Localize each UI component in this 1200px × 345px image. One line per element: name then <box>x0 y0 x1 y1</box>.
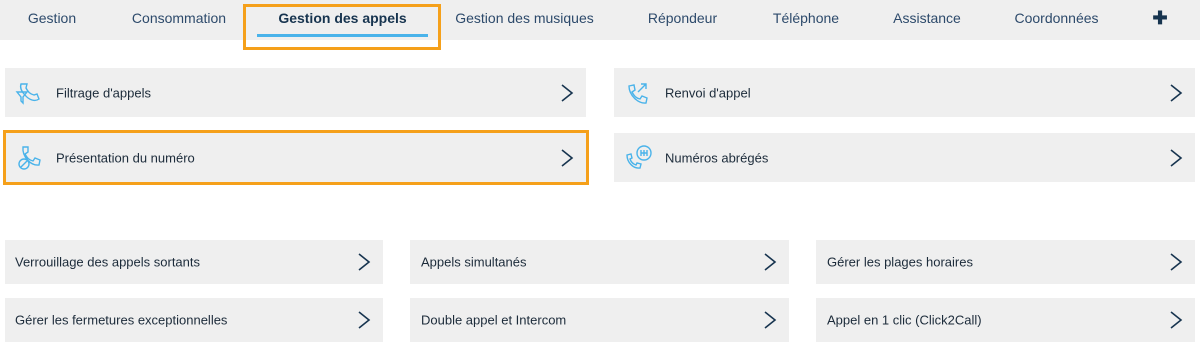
top-tab-bar: Gestion Consommation Gestion des appels … <box>0 0 1200 40</box>
tab-gestion-des-appels[interactable]: Gestion des appels <box>257 0 428 40</box>
chevron-right-icon <box>561 148 574 167</box>
tab-gestion-des-musiques[interactable]: Gestion des musiques <box>452 0 597 40</box>
chevron-right-icon <box>1170 83 1183 102</box>
active-tab-underline <box>257 34 428 37</box>
call-filter-row[interactable]: Filtrage d'appels <box>5 68 586 117</box>
chevron-right-icon <box>561 83 574 102</box>
chevron-right-icon <box>1170 253 1183 271</box>
chevron-right-icon <box>358 311 371 329</box>
speed-dial-icon <box>626 144 652 169</box>
chevron-right-icon <box>358 253 371 271</box>
tab-repondeur[interactable]: Répondeur <box>640 0 725 40</box>
more-tabs-button[interactable]: ✚ <box>1148 0 1172 40</box>
exceptional-closures-row[interactable]: Gérer les fermetures exceptionnelles <box>5 298 383 342</box>
number-display-icon <box>18 145 41 170</box>
speed-dial-label: Numéros abrégés <box>665 150 769 165</box>
tab-consommation[interactable]: Consommation <box>124 0 234 40</box>
tab-assistance[interactable]: Assistance <box>887 0 967 40</box>
time-slots-row[interactable]: Gérer les plages horaires <box>816 240 1195 284</box>
number-display-label: Présentation du numéro <box>56 150 195 165</box>
double-call-intercom-row[interactable]: Double appel et Intercom <box>410 298 789 342</box>
simultaneous-calls-row[interactable]: Appels simultanés <box>410 240 789 284</box>
double-call-intercom-label: Double appel et Intercom <box>421 312 567 328</box>
exceptional-closures-label: Gérer les fermetures exceptionnelles <box>15 312 228 328</box>
click2call-row[interactable]: Appel en 1 clic (Click2Call) <box>816 298 1195 342</box>
tab-telephone[interactable]: Téléphone <box>765 0 847 40</box>
number-display-row[interactable]: Présentation du numéro <box>5 133 586 182</box>
tab-gestion[interactable]: Gestion <box>22 0 82 40</box>
call-filter-icon <box>15 82 40 105</box>
speed-dial-row[interactable]: Numéros abrégés <box>614 133 1195 182</box>
call-forward-label: Renvoi d'appel <box>665 85 751 100</box>
outgoing-call-lock-row[interactable]: Verrouillage des appels sortants <box>5 240 383 284</box>
plus-icon: ✚ <box>1152 8 1168 28</box>
simultaneous-calls-label: Appels simultanés <box>421 254 527 270</box>
outgoing-call-lock-label: Verrouillage des appels sortants <box>15 254 201 270</box>
call-forward-icon <box>628 82 648 104</box>
tab-coordonnees[interactable]: Coordonnées <box>1008 0 1105 40</box>
chevron-right-icon <box>1170 148 1183 167</box>
tab-gestion-des-appels-label: Gestion des appels <box>278 10 407 26</box>
time-slots-label: Gérer les plages horaires <box>827 254 973 270</box>
call-filter-label: Filtrage d'appels <box>56 85 151 100</box>
click2call-label: Appel en 1 clic (Click2Call) <box>827 312 982 328</box>
chevron-right-icon <box>764 253 777 271</box>
chevron-right-icon <box>764 311 777 329</box>
call-forward-row[interactable]: Renvoi d'appel <box>614 68 1195 117</box>
chevron-right-icon <box>1170 311 1183 329</box>
